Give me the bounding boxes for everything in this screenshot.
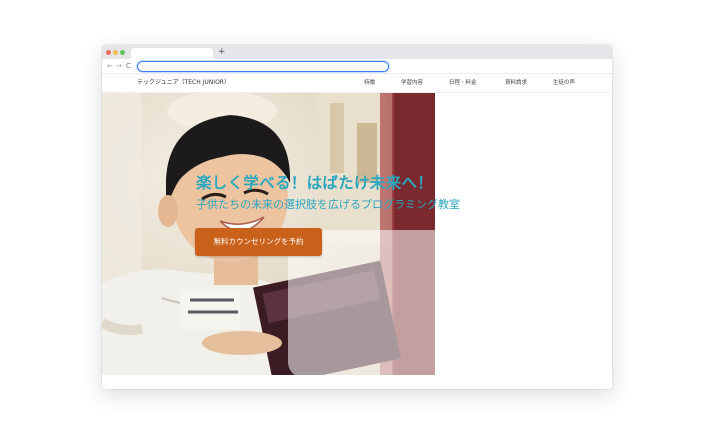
nav-link-curriculum[interactable]: 学習内容 [401, 78, 423, 88]
hero-subtitle: 子供たちの未来の選択肢を広げるプログラミング教室 [196, 198, 460, 211]
url-input[interactable] [137, 61, 389, 72]
new-tab-button[interactable]: + [218, 46, 226, 58]
back-arrow-icon[interactable]: ← [107, 61, 113, 71]
hero-section [102, 93, 612, 389]
browser-window: + ← → C テックジュニア（TECH JUNIOR） 特徴 学習内容 日程・… [102, 45, 612, 389]
tab-bar: + [102, 45, 612, 59]
hero-title: 楽しく学べる！はばたけ未来へ！ [196, 174, 434, 192]
reload-icon[interactable]: C [126, 61, 131, 71]
site-logo-text[interactable]: テックジュニア（TECH JUNIOR） [137, 78, 230, 88]
address-bar: ← → C [102, 59, 612, 74]
minimize-window-button[interactable] [113, 50, 118, 55]
nav-link-schedule-pricing[interactable]: 日程・料金 [449, 78, 477, 88]
maximize-window-button[interactable] [120, 50, 125, 55]
close-window-button[interactable] [106, 50, 111, 55]
nav-link-features[interactable]: 特徴 [364, 78, 375, 88]
forward-arrow-icon[interactable]: → [116, 61, 122, 71]
active-tab[interactable] [131, 48, 213, 59]
book-free-counseling-button[interactable]: 無料カウンセリングを予約 [195, 228, 322, 256]
nav-link-request-brochure[interactable]: 資料請求 [505, 78, 527, 88]
site-header: テックジュニア（TECH JUNIOR） 特徴 学習内容 日程・料金 資料請求 … [102, 74, 612, 93]
nav-link-testimonials[interactable]: 生徒の声 [553, 78, 575, 88]
